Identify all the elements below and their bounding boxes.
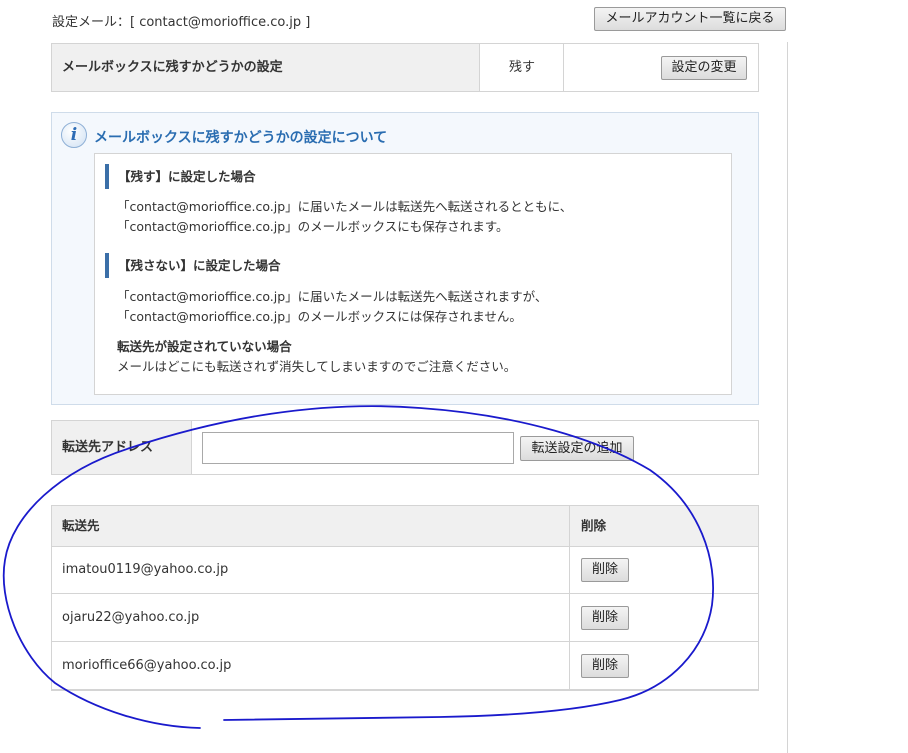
forward-address-input[interactable] xyxy=(202,432,514,464)
forward-email: ojaru22@yahoo.co.jp xyxy=(62,610,200,625)
info-panel: i メールボックスに残すかどうかの設定について 【残す】に設定した場合 「con… xyxy=(51,112,759,405)
nokeep-case-line-1: 「contact@morioffice.co.jp」に届いたメールは転送先へ転送… xyxy=(117,289,548,304)
keep-case-line-2: 「contact@morioffice.co.jp」のメールボックスにも保存され… xyxy=(117,219,509,234)
delete-button[interactable]: 削除 xyxy=(581,654,629,678)
forward-email: morioffice66@yahoo.co.jp xyxy=(62,658,232,673)
table-row: morioffice66@yahoo.co.jp 削除 xyxy=(52,642,758,690)
info-icon: i xyxy=(61,122,87,148)
column-separator xyxy=(569,506,570,690)
forward-address-form: 転送先アドレス 転送設定の追加 xyxy=(51,420,759,475)
back-to-account-list-button[interactable]: メールアカウント一覧に戻る xyxy=(594,7,786,31)
mailbox-setting-table: メールボックスに残すかどうかの設定 残す 設定の変更 xyxy=(51,43,759,92)
nokeep-case-heading: 【残さない】に設定した場合 xyxy=(105,253,281,278)
mailbox-setting-label: メールボックスに残すかどうかの設定 xyxy=(52,44,480,91)
no-forward-warning: メールはどこにも転送されず消失してしまいますのでご注意ください。 xyxy=(117,359,517,374)
forward-email: imatou0119@yahoo.co.jp xyxy=(62,562,229,577)
forward-list-table: 転送先 削除 imatou0119@yahoo.co.jp 削除 ojaru22… xyxy=(51,505,759,691)
setting-mail-label: 設定メール：[ contact@morioffice.co.jp ] xyxy=(52,15,311,30)
info-content-box: 【残す】に設定した場合 「contact@morioffice.co.jp」に届… xyxy=(94,153,732,395)
page-divider-line xyxy=(787,42,788,753)
keep-case-heading: 【残す】に設定した場合 xyxy=(105,164,256,189)
nokeep-case-line-2: 「contact@morioffice.co.jp」のメールボックスには保存され… xyxy=(117,309,522,324)
delete-button[interactable]: 削除 xyxy=(581,558,629,582)
keep-case-line-1: 「contact@morioffice.co.jp」に届いたメールは転送先へ転送… xyxy=(117,199,573,214)
no-forward-heading: 転送先が設定されていない場合 xyxy=(117,339,292,354)
info-title: メールボックスに残すかどうかの設定について xyxy=(94,130,388,146)
column-header-delete: 削除 xyxy=(581,518,607,533)
forward-address-label: 転送先アドレス xyxy=(52,421,192,474)
mailbox-setting-value: 残す xyxy=(481,44,564,91)
table-header: 転送先 削除 xyxy=(52,506,758,547)
column-header-destination: 転送先 xyxy=(62,518,100,533)
change-setting-button[interactable]: 設定の変更 xyxy=(661,56,747,80)
delete-button[interactable]: 削除 xyxy=(581,606,629,630)
add-forward-button[interactable]: 転送設定の追加 xyxy=(520,436,634,461)
table-row: ojaru22@yahoo.co.jp 削除 xyxy=(52,594,758,642)
table-row: imatou0119@yahoo.co.jp 削除 xyxy=(52,546,758,594)
